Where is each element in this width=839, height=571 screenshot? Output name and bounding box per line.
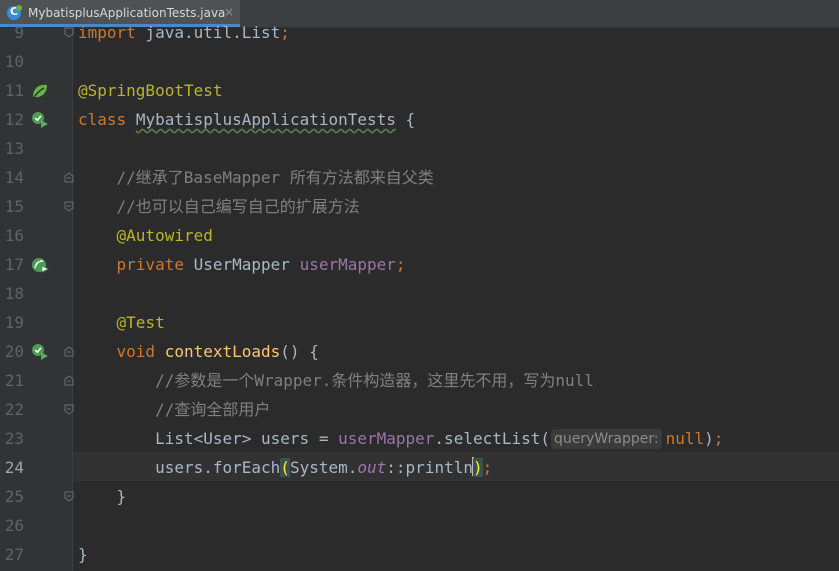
code-text: //继承了BaseMapper 所有方法都来自父类 [116,168,434,187]
fold-marker-icon[interactable] [64,404,74,415]
close-tab-icon[interactable]: × [224,5,234,19]
run-badge-icon [16,5,22,11]
code-line: 26 [0,511,839,540]
code-text: } [78,545,88,564]
line-number: 25 [4,487,24,506]
run-class-icon[interactable] [31,111,49,129]
code-line: 10 [0,47,839,76]
code-line: 12 class MybatisplusApplicationTests { [0,105,839,134]
code-line: 16 @Autowired [0,221,839,250]
code-line: 17 private UserMapper userMapper; [0,250,839,279]
line-number: 21 [4,371,24,390]
code-text: import java.util.List; [78,23,290,42]
line-number: 13 [4,139,24,158]
fold-marker-icon[interactable] [64,346,74,357]
line-number: 19 [4,313,24,332]
line-number: 9 [14,23,24,42]
fold-marker-icon[interactable] [64,375,74,386]
line-number: 14 [4,168,24,187]
code-text: class MybatisplusApplicationTests { [78,110,416,129]
code-text: } [116,487,127,506]
code-line: 13 [0,134,839,163]
line-number: 11 [4,81,24,100]
navigate-bean-icon[interactable] [31,256,49,274]
code-line: 19 @Test [0,308,839,337]
code-text: users.forEach(System.out::println); [155,457,493,477]
code-line: 25 } [0,482,839,511]
code-line: 14 //继承了BaseMapper 所有方法都来自父类 [0,163,839,192]
parameter-hint: queryWrapper: [551,429,662,449]
line-number: 23 [4,429,24,448]
line-number: 17 [4,255,24,274]
fold-marker-icon[interactable] [64,172,74,183]
line-number: 12 [4,110,24,129]
code-line: 23 List<User> users = userMapper.selectL… [0,424,839,453]
code-text: List<User> users = userMapper.selectList… [155,429,724,449]
fold-marker-icon[interactable] [64,27,74,38]
run-test-icon[interactable] [31,343,49,361]
code-line: 20 void contextLoads() { [0,337,839,366]
code-line: 15 //也可以自己编写自己的扩展方法 [0,192,839,221]
fold-marker-icon[interactable] [64,491,74,502]
line-number: 22 [4,400,24,419]
code-text: @Test [116,313,165,332]
code-line: 22 //查询全部用户 [0,395,839,424]
code-text: //参数是一个Wrapper.条件构造器，这里先不用，写为null [155,371,594,390]
line-number: 15 [4,197,24,216]
line-number: 26 [4,516,24,535]
line-number: 27 [4,545,24,564]
code-line: 9 import java.util.List; [0,18,839,47]
fold-marker-icon[interactable] [64,201,74,212]
line-number: 24 [4,458,24,477]
code-text: @SpringBootTest [78,81,223,100]
code-text: //查询全部用户 [155,400,271,419]
code-line-current: 24 users.forEach(System.out::println); [0,453,839,482]
line-number: 18 [4,284,24,303]
code-text: //也可以自己编写自己的扩展方法 [116,197,360,216]
line-number: 10 [4,52,24,71]
line-number: 20 [4,342,24,361]
ide-window: MybatisplusApplicationTests.java × 9 imp… [0,0,839,571]
code-line: 27 } [0,540,839,569]
line-number: 16 [4,226,24,245]
code-text: @Autowired [116,226,213,245]
code-editor[interactable]: 9 import java.util.List; 10 11 @SpringBo… [0,23,839,571]
code-text: private UserMapper userMapper; [116,255,406,274]
code-line: 11 @SpringBootTest [0,76,839,105]
code-line: 18 [0,279,839,308]
spring-bean-icon[interactable] [31,82,49,100]
code-line: 21 //参数是一个Wrapper.条件构造器，这里先不用，写为null [0,366,839,395]
code-text: void contextLoads() { [116,342,319,361]
